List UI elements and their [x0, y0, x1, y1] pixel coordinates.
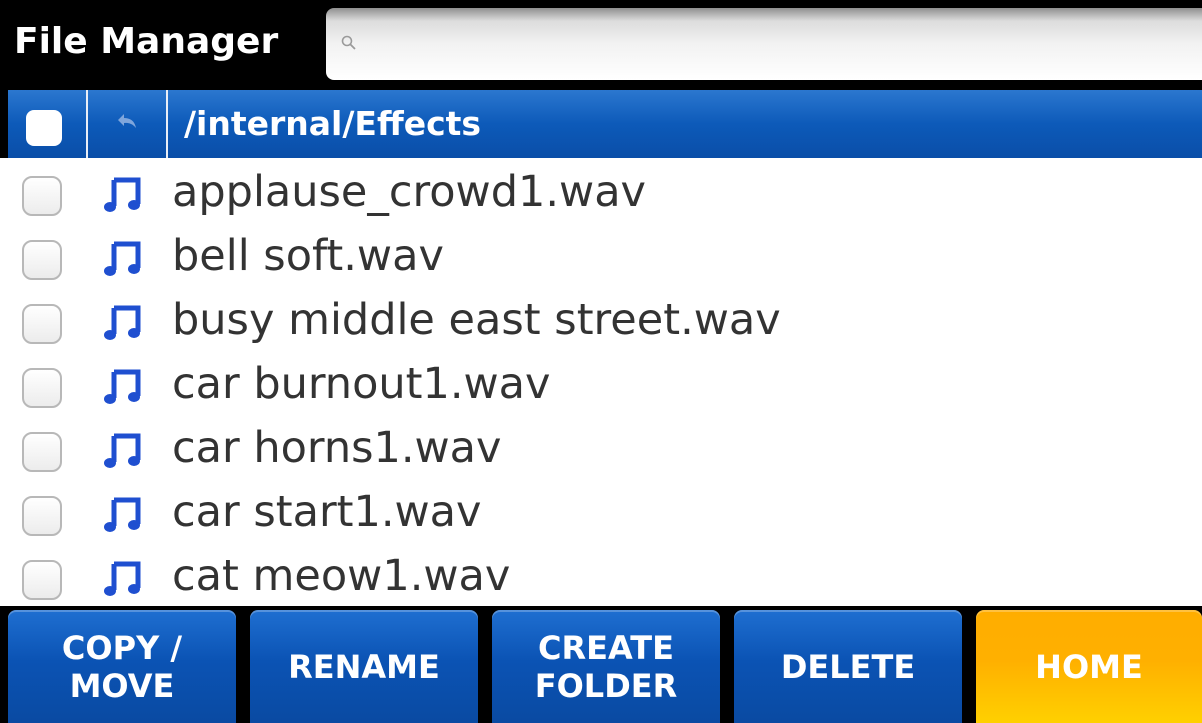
file-row[interactable]: car horns1.wav: [0, 414, 1202, 478]
file-list[interactable]: applause_crowd1.wav bell soft.wav busy m…: [0, 158, 1202, 606]
search-icon: [341, 35, 356, 50]
copy-move-button[interactable]: COPY / MOVE: [8, 610, 236, 723]
file-row[interactable]: bell soft.wav: [0, 222, 1202, 286]
delete-button[interactable]: DELETE: [734, 610, 962, 723]
title-bar: File Manager: [0, 0, 1202, 86]
music-note-icon: [104, 433, 141, 468]
music-note-icon: [104, 177, 141, 212]
search-input[interactable]: [366, 22, 1190, 68]
rename-label: RENAME: [288, 647, 440, 686]
file-row[interactable]: busy middle east street.wav: [0, 286, 1202, 350]
file-checkbox[interactable]: [22, 496, 62, 536]
file-checkbox[interactable]: [22, 240, 62, 280]
file-checkbox[interactable]: [22, 560, 62, 600]
home-button[interactable]: HOME: [976, 610, 1202, 723]
search-box[interactable]: [326, 8, 1202, 80]
divider: [86, 90, 88, 158]
file-name: bell soft.wav: [172, 231, 444, 281]
file-name: busy middle east street.wav: [172, 295, 781, 345]
copy-move-label-line2: MOVE: [69, 666, 175, 705]
music-note-icon: [104, 241, 141, 276]
select-all-checkbox[interactable]: [26, 110, 62, 146]
current-path: /internal/Effects: [184, 104, 482, 143]
file-name: car horns1.wav: [172, 423, 502, 473]
file-checkbox[interactable]: [22, 304, 62, 344]
music-note-icon: [104, 305, 141, 340]
copy-move-label-line1: COPY /: [61, 628, 183, 667]
create-folder-button[interactable]: CREATE FOLDER: [492, 610, 720, 723]
bottom-toolbar: COPY / MOVE RENAME CREATE FOLDER DELETE …: [0, 606, 1202, 723]
home-label: HOME: [1035, 647, 1143, 686]
app-title: File Manager: [14, 21, 279, 62]
file-checkbox[interactable]: [22, 176, 62, 216]
copy-move-label: COPY / MOVE: [62, 629, 182, 705]
create-folder-label: CREATE FOLDER: [535, 629, 678, 705]
music-note-icon: [104, 369, 141, 404]
file-checkbox[interactable]: [22, 432, 62, 472]
path-bar: /internal/Effects: [8, 90, 1202, 158]
file-name: car burnout1.wav: [172, 359, 551, 409]
file-row[interactable]: cat meow1.wav: [0, 542, 1202, 606]
music-note-icon: [104, 561, 141, 596]
create-folder-label-line2: FOLDER: [534, 666, 678, 705]
file-name: applause_crowd1.wav: [172, 167, 646, 217]
file-row[interactable]: car start1.wav: [0, 478, 1202, 542]
up-folder-icon[interactable]: [112, 110, 142, 138]
file-name: car start1.wav: [172, 487, 482, 537]
music-note-icon: [104, 497, 141, 532]
file-row[interactable]: applause_crowd1.wav: [0, 158, 1202, 222]
create-folder-label-line1: CREATE: [538, 628, 674, 667]
rename-button[interactable]: RENAME: [250, 610, 478, 723]
divider: [166, 90, 168, 158]
delete-label: DELETE: [780, 647, 916, 686]
file-name: cat meow1.wav: [172, 551, 511, 601]
file-checkbox[interactable]: [22, 368, 62, 408]
file-row[interactable]: car burnout1.wav: [0, 350, 1202, 414]
